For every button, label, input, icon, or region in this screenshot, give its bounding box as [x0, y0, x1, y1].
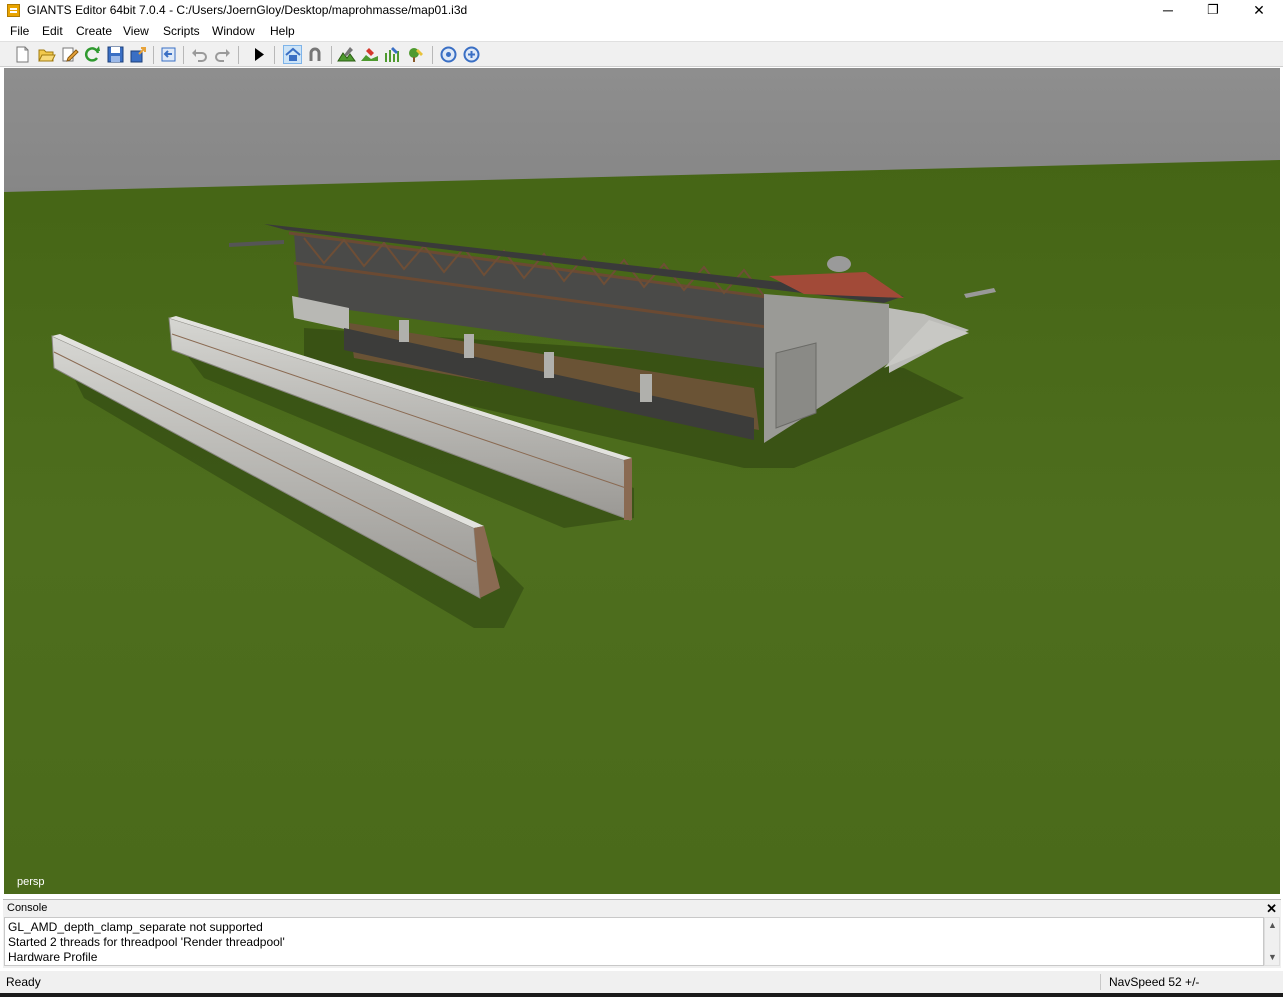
shed-pillar	[399, 320, 409, 342]
menu-bar: File Edit Create View Scripts Window Hel…	[0, 21, 1283, 41]
scene-render	[4, 68, 1280, 894]
toolbar-separator	[153, 46, 154, 64]
status-text: Ready	[6, 975, 41, 989]
console-panel: Console ✕ GL_AMD_depth_clamp_separate no…	[3, 899, 1281, 968]
3d-viewport[interactable]	[4, 68, 1280, 894]
console-close-button[interactable]: ✕	[1266, 901, 1277, 917]
shed-door	[775, 342, 817, 429]
new-icon[interactable]	[13, 45, 32, 64]
shed-pillar	[464, 334, 474, 358]
magnet-icon[interactable]	[306, 45, 325, 64]
edit-icon[interactable]	[60, 45, 79, 64]
foliage-paint-icon[interactable]	[383, 45, 402, 64]
status-bar: Ready NavSpeed 52 +/-	[0, 971, 1283, 993]
toolbar-separator	[331, 46, 332, 64]
toolbar-separator	[274, 46, 275, 64]
toolbar	[0, 41, 1283, 67]
toolbar-separator	[238, 46, 239, 64]
status-divider	[1100, 974, 1101, 990]
toolbar-separator	[183, 46, 184, 64]
scroll-up-icon[interactable]: ▲	[1268, 920, 1277, 930]
console-output[interactable]: GL_AMD_depth_clamp_separate not supporte…	[4, 917, 1264, 966]
scroll-down-icon[interactable]: ▼	[1268, 952, 1277, 962]
redo-icon[interactable]	[213, 45, 232, 64]
menu-help[interactable]: Help	[270, 24, 295, 38]
save-icon[interactable]	[106, 45, 125, 64]
console-line: GL_AMD_depth_clamp_separate not supporte…	[8, 920, 263, 934]
menu-edit[interactable]: Edit	[42, 24, 63, 38]
refresh-icon[interactable]	[83, 45, 102, 64]
home-icon[interactable]	[283, 45, 302, 64]
undo-icon[interactable]	[190, 45, 209, 64]
gizmo-rotate-icon[interactable]	[462, 45, 481, 64]
close-button[interactable]: ✕	[1236, 0, 1282, 21]
console-scrollbar[interactable]: ▲ ▼	[1264, 917, 1280, 966]
restore-button[interactable]: ❐	[1190, 0, 1236, 21]
console-line: Hardware Profile	[8, 950, 98, 964]
minimize-button[interactable]: ─	[1145, 0, 1191, 21]
menu-create[interactable]: Create	[76, 24, 112, 38]
menu-scripts[interactable]: Scripts	[163, 24, 200, 38]
open-icon[interactable]	[37, 45, 56, 64]
shed-pillar	[640, 374, 652, 402]
giants-editor-icon	[7, 4, 20, 17]
menu-window[interactable]: Window	[212, 24, 255, 38]
export-icon[interactable]	[129, 45, 148, 64]
taskbar-edge	[0, 993, 1283, 997]
camera-label: persp	[17, 876, 45, 888]
title-bar: GIANTS Editor 64bit 7.0.4 - C:/Users/Joe…	[0, 0, 1283, 21]
gizmo-move-icon[interactable]	[439, 45, 458, 64]
terrain-paint-icon[interactable]	[360, 45, 379, 64]
shed-pillar	[544, 352, 554, 378]
menu-file[interactable]: File	[10, 24, 29, 38]
silo	[827, 256, 851, 272]
tree-paint-icon[interactable]	[406, 45, 425, 64]
import-icon[interactable]	[159, 45, 178, 64]
toolbar-separator	[432, 46, 433, 64]
menu-view[interactable]: View	[123, 24, 149, 38]
terrain-sculpt-icon[interactable]	[337, 45, 356, 64]
nav-speed-indicator: NavSpeed 52 +/-	[1109, 975, 1200, 989]
window-title: GIANTS Editor 64bit 7.0.4 - C:/Users/Joe…	[27, 3, 468, 17]
play-icon[interactable]	[249, 45, 268, 64]
console-line: Started 2 threads for threadpool 'Render…	[8, 935, 285, 949]
console-title: Console	[7, 902, 48, 914]
